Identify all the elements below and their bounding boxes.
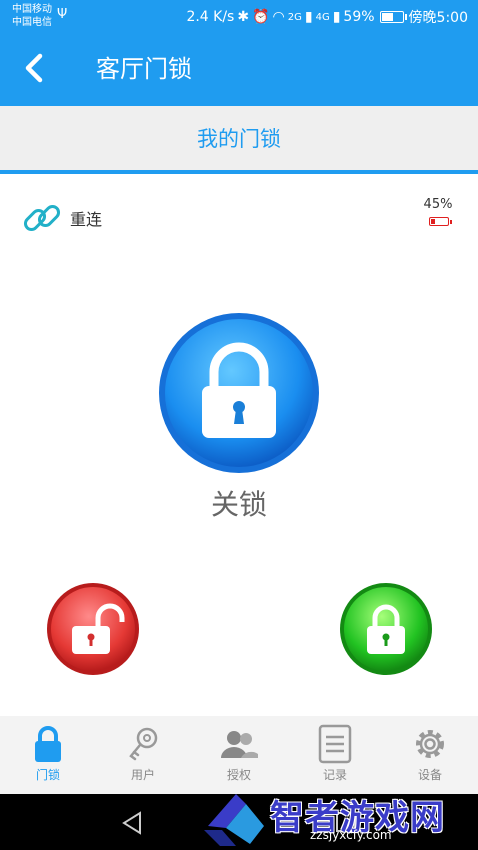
reconnect-label: 重连 xyxy=(70,210,103,229)
reconnect-button[interactable]: 重连 xyxy=(20,196,102,240)
gear-icon xyxy=(416,730,444,758)
battery-percent: 59% xyxy=(343,9,375,25)
tab-label: 授权 xyxy=(226,768,251,782)
unlock-button[interactable] xyxy=(46,582,140,676)
tab-label: 门锁 xyxy=(35,768,60,782)
back-button[interactable] xyxy=(18,48,58,88)
lock-status-label: 关锁 xyxy=(210,488,267,521)
watermark-url: zzsjyxcfy.com xyxy=(310,828,392,842)
battery-icon xyxy=(429,217,452,226)
lock-state-button[interactable] xyxy=(158,312,320,474)
signal-icon: ▮ xyxy=(332,9,341,25)
bluetooth-icon: ✱ xyxy=(237,9,250,25)
tab-records[interactable]: 记录 xyxy=(295,724,375,790)
bottom-nav: 门锁 用户 授权 记录 设备 xyxy=(0,716,478,794)
key-icon xyxy=(129,727,158,761)
chevron-left-icon xyxy=(25,53,43,83)
device-battery: 45% xyxy=(420,197,456,226)
carrier-2: 中国电信 xyxy=(12,17,52,28)
padlock-closed-icon xyxy=(340,583,432,675)
section-title: 我的门锁 xyxy=(197,127,281,151)
users-icon xyxy=(221,731,258,758)
back-triangle-icon[interactable] xyxy=(120,810,146,836)
page-title: 客厅门锁 xyxy=(96,55,192,83)
clock: 傍晚5:00 xyxy=(408,10,468,26)
carrier-labels: 中国移动 中国电信 xyxy=(12,3,52,29)
signal-4g-label: 4G xyxy=(315,11,330,23)
section-divider xyxy=(0,170,478,174)
battery-fill xyxy=(381,13,394,21)
padlock-closed-icon xyxy=(159,313,319,473)
padlock-icon xyxy=(35,726,61,762)
lock-button[interactable] xyxy=(339,582,433,676)
tab-lock[interactable]: 门锁 xyxy=(8,724,88,790)
signal-2g-label: 2G xyxy=(287,11,302,23)
tab-label: 设备 xyxy=(417,768,442,782)
padlock-open-icon xyxy=(47,583,139,675)
battery-icon xyxy=(379,11,407,23)
watermark: 智者游戏网 zzsjyxcfy.com xyxy=(200,786,478,850)
network-speed: 2.4 K/s xyxy=(186,9,235,25)
watermark-logo xyxy=(204,794,264,846)
alarm-icon: ⏰ xyxy=(252,9,270,25)
usb-icon: Ψ xyxy=(57,7,68,22)
carrier-1: 中国移动 xyxy=(12,4,52,15)
signal-icon: ▮ xyxy=(304,9,313,25)
tab-label: 用户 xyxy=(130,768,155,782)
section-header: 我的门锁 xyxy=(0,106,478,170)
status-bar: 中国移动 中国电信 Ψ 2.4 K/s ✱ ⏰ ◠ 2G ▮ 4G ▮ 59% … xyxy=(0,0,478,34)
document-icon xyxy=(318,724,352,764)
tab-label: 记录 xyxy=(322,768,347,782)
device-battery-percent: 45% xyxy=(423,197,453,212)
tab-device[interactable]: 设备 xyxy=(390,724,470,790)
battery-fill xyxy=(431,219,435,224)
app-bar: 客厅门锁 xyxy=(0,34,478,106)
link-icon xyxy=(23,204,61,232)
wifi-icon: ◠ xyxy=(272,9,285,25)
tab-users[interactable]: 用户 xyxy=(103,724,183,790)
status-icons: 2.4 K/s ✱ ⏰ ◠ 2G ▮ 4G ▮ 59% 傍晚5:00 xyxy=(186,7,468,27)
tab-authorize[interactable]: 授权 xyxy=(199,724,279,790)
